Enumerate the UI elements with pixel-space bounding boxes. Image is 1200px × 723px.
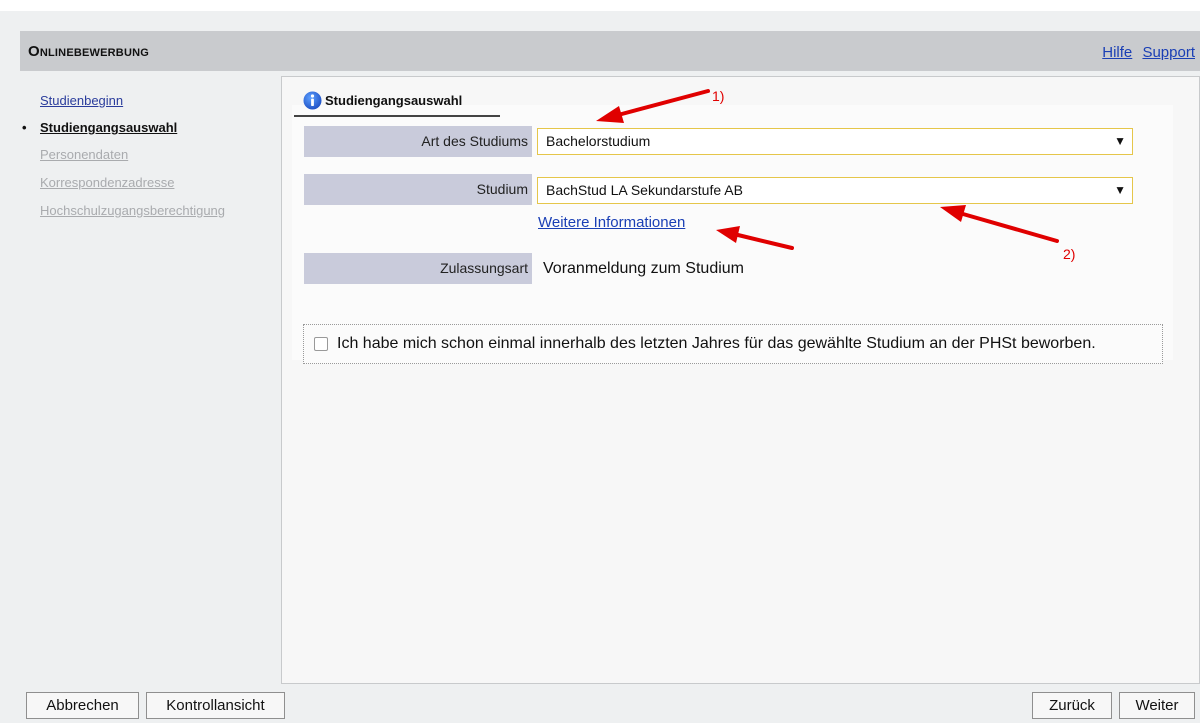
cancel-button[interactable]: Abbrechen	[26, 692, 139, 719]
app-header: Onlinebewerbung Hilfe Support	[20, 31, 1200, 71]
bewerbung-checkbox[interactable]	[314, 337, 328, 351]
dropdown-arrow-icon: ▼	[1114, 134, 1126, 148]
sidebar-item-label: Studiengangsauswahl	[40, 120, 178, 135]
tab-label: Studiengangsauswahl	[325, 93, 463, 108]
sidebar-item-studiengangsauswahl[interactable]: • Studiengangsauswahl	[22, 120, 178, 135]
sidebar-item-korrespondenzadresse[interactable]: Korrespondenzadresse	[40, 175, 174, 190]
sidebar: Studienbeginn • Studiengangsauswahl Pers…	[20, 80, 280, 680]
art-des-studiums-label: Art des Studiums	[304, 126, 532, 157]
header-links: Hilfe Support	[1096, 44, 1195, 61]
art-des-studiums-value: Bachelorstudium	[546, 133, 651, 149]
active-bullet: •	[22, 120, 27, 135]
bewerbung-checkbox-row: Ich habe mich schon einmal innerhalb des…	[303, 324, 1163, 364]
studium-value: BachStud LA Sekundarstufe AB	[546, 182, 743, 198]
studium-label: Studium	[304, 174, 532, 205]
studium-select[interactable]: BachStud LA Sekundarstufe AB ▼	[537, 177, 1133, 204]
sidebar-item-hochschulzugangsberechtigung[interactable]: Hochschulzugangsberechtigung	[40, 203, 225, 218]
zulassungsart-value: Voranmeldung zum Studium	[543, 260, 744, 277]
sidebar-item-studienbeginn[interactable]: Studienbeginn	[40, 93, 123, 108]
next-button[interactable]: Weiter	[1119, 692, 1195, 719]
art-des-studiums-select[interactable]: Bachelorstudium ▼	[537, 128, 1133, 155]
main-content: Studiengangsauswahl Art des Studiums Bac…	[281, 76, 1200, 684]
bewerbung-checkbox-label: Ich habe mich schon einmal innerhalb des…	[337, 335, 1096, 352]
sidebar-item-personendaten[interactable]: Personendaten	[40, 147, 128, 162]
weitere-informationen-link[interactable]: Weitere Informationen	[538, 214, 685, 231]
app-title: Onlinebewerbung	[28, 43, 149, 60]
dropdown-arrow-icon: ▼	[1114, 183, 1126, 197]
app-window: Onlinebewerbung Hilfe Support Studienbeg…	[0, 0, 1200, 723]
annotation-label-2: 2)	[1063, 246, 1076, 262]
annotation-label-1: 1)	[712, 88, 725, 104]
info-icon	[303, 91, 322, 115]
back-button[interactable]: Zurück	[1032, 692, 1112, 719]
zulassungsart-label: Zulassungsart	[304, 253, 532, 284]
help-link[interactable]: Hilfe	[1102, 44, 1132, 61]
review-button[interactable]: Kontrollansicht	[146, 692, 285, 719]
support-link[interactable]: Support	[1142, 44, 1195, 61]
tab-studiengangsauswahl[interactable]: Studiengangsauswahl	[294, 89, 500, 117]
top-strip	[0, 0, 1200, 11]
